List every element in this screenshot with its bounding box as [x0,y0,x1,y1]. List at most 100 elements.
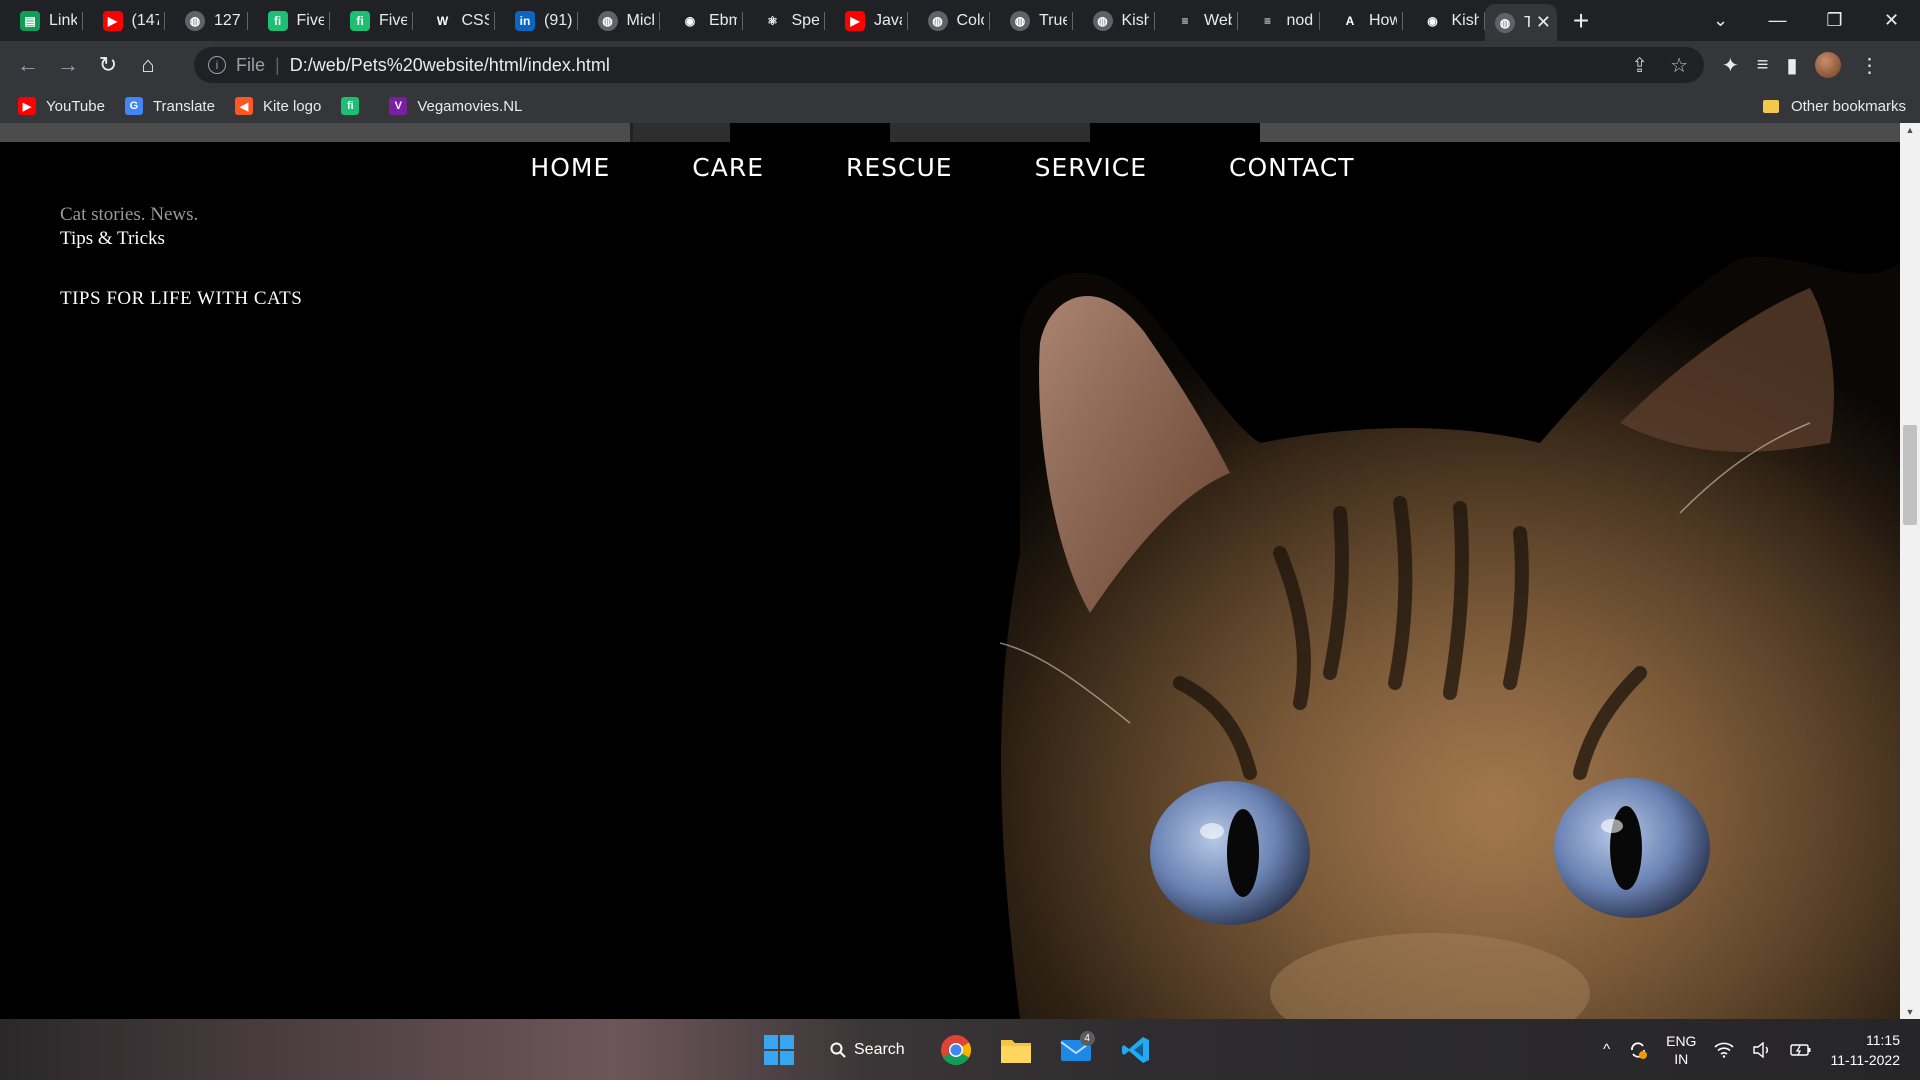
close-tab-icon[interactable]: ✕ [1536,12,1551,33]
other-bookmarks[interactable]: Other bookmarks [1762,89,1906,123]
reload-button[interactable]: ↻ [88,45,128,85]
wifi-icon[interactable] [1714,1042,1735,1058]
tab[interactable]: A How [1320,0,1403,41]
translate-icon: G [124,97,143,115]
tab-search-button[interactable]: ⌄ [1692,10,1749,31]
tab-active[interactable]: ◍ T ✕ [1485,4,1557,41]
site-info-icon[interactable]: i [208,56,226,74]
tab-strip: ▤Linke▶(1479◍127.0fiFiverfiFiverWCSS (in… [0,0,1920,41]
bookmark-item[interactable]: ▶ YouTube [18,97,105,115]
extensions-icon[interactable]: ✦ [1722,53,1739,78]
bookmark-item[interactable]: fi [341,97,369,115]
tab-title: Mich [626,11,655,29]
tab[interactable]: W CSS ( [413,0,496,41]
tab[interactable]: ◉ Kishl [1403,0,1486,41]
react-icon: ⚛ [762,10,783,31]
tab[interactable]: ◉ Ebm [660,0,743,41]
page-scrollbar[interactable]: ▲ ▼ [1900,123,1920,1019]
folder-icon [1762,99,1779,113]
url-text[interactable]: D:/web/Pets%20website/html/index.html [290,55,610,76]
taskbar-search[interactable]: Search [820,1031,915,1069]
tab[interactable]: ▶ (1479 [83,0,166,41]
folder-app-icon [1000,1039,1031,1063]
profile-avatar[interactable] [1815,52,1842,78]
hero-subtitle: Cat stories. News. [60,204,199,225]
stackoverflow-icon: ≡ [1175,10,1195,31]
main-nav: HOME CARE RESCUE SERVICE CONTACT [0,153,1900,182]
bookmark-list: ▶ YouTube G Translate ◀ Kite logo fi V Vegamovie… [18,97,542,115]
tab[interactable]: ◍ Mich [578,0,661,41]
previous-section-strip [0,123,1900,142]
globe-icon: ◍ [1010,10,1030,31]
tab-title: node [1286,11,1315,29]
media-control-icon[interactable]: ≡ [1757,54,1769,77]
tab[interactable]: ◍ True [990,0,1073,41]
clock-time: 11:15 [1866,1031,1900,1048]
vscode-icon[interactable] [1117,1031,1155,1069]
tab-title: True [1039,11,1067,29]
tab-title: Kishl [1121,11,1150,29]
back-button[interactable]: ← [8,45,48,85]
youtube-icon: ▶ [18,97,36,115]
start-button[interactable] [760,1031,798,1069]
bookmark-item[interactable]: ◀ Kite logo [234,97,321,115]
bookmark-item[interactable]: V Vegamovies.NL [389,97,522,115]
bookmark-star-icon[interactable]: ☆ [1670,53,1688,78]
nav-home[interactable]: HOME [530,153,610,182]
volume-icon[interactable] [1752,1041,1772,1058]
close-window-button[interactable]: ✕ [1863,10,1920,31]
scrollbar-thumb[interactable] [1903,425,1917,525]
tab[interactable]: ◍ 127.0 [165,0,248,41]
tab[interactable]: fi Fiver [248,0,331,41]
youtube-icon: ▶ [102,10,123,31]
nav-contact[interactable]: CONTACT [1229,153,1355,182]
tab[interactable]: ◍ Kishl [1073,0,1156,41]
sync-icon[interactable] [1628,1040,1648,1060]
scroll-up-arrow[interactable]: ▲ [1900,125,1920,135]
tab[interactable]: in (91) I [495,0,578,41]
nav-service[interactable]: SERVICE [1035,153,1147,182]
nav-care[interactable]: CARE [692,153,764,182]
linkedin-icon: in [515,10,535,31]
tab[interactable]: ≡ node [1238,0,1321,41]
address-bar[interactable]: i File | D:/web/Pets%20website/html/inde… [194,47,1704,83]
chrome-icon[interactable] [937,1031,975,1069]
tab[interactable]: ≡ Web [1155,0,1238,41]
tab-title: CSS ( [461,11,490,29]
tab[interactable]: ▶ Java [825,0,908,41]
restore-button[interactable]: ❐ [1806,10,1863,31]
side-panel-icon[interactable]: ▮ [1786,53,1797,78]
sheets-icon: ▤ [20,10,40,31]
clock-date: 11-11-2022 [1830,1051,1900,1068]
battery-icon[interactable] [1790,1043,1812,1057]
share-icon[interactable]: ⇪ [1631,53,1648,78]
tab[interactable]: ▤ Linke [0,0,83,41]
mail-badge: 4 [1079,1030,1095,1046]
hero-tagline: Cat stories. News. Tips & Tricks [60,203,198,251]
url-scheme: File [236,54,266,75]
language-indicator[interactable]: ENG IN [1666,1032,1696,1068]
mail-icon[interactable]: 4 [1057,1030,1095,1069]
file-explorer-icon[interactable] [997,1031,1035,1069]
scroll-down-arrow[interactable]: ▼ [1900,1007,1920,1017]
tab-title: How [1369,11,1397,29]
fiverr-icon: fi [341,97,360,115]
clock[interactable]: 11:15 11-11-2022 [1830,1030,1900,1070]
tab-list: ▤Linke▶(1479◍127.0fiFiverfiFiverWCSS (in… [0,0,1485,41]
globe-icon: ◍ [927,10,948,31]
new-tab-button[interactable]: + [1561,0,1601,41]
bookmark-item[interactable]: G Translate [124,97,215,115]
github-icon: ◉ [680,10,700,31]
tray-overflow-icon[interactable]: ^ [1603,1041,1610,1058]
a-icon: A [1340,10,1360,31]
bookmark-label: Vegamovies.NL [417,97,523,115]
forward-button[interactable]: → [48,45,88,85]
nav-rescue[interactable]: RESCUE [846,153,953,182]
minimize-button[interactable]: — [1749,10,1806,31]
tab[interactable]: ⚛ Spea [743,0,826,41]
tab[interactable]: ◍ Colo [908,0,991,41]
home-button[interactable]: ⌂ [128,45,168,85]
tab[interactable]: fi Fiver [330,0,413,41]
menu-icon[interactable]: ⋮ [1859,53,1879,78]
page-viewport: HOME CARE RESCUE SERVICE CONTACT Cat sto… [0,123,1900,1019]
